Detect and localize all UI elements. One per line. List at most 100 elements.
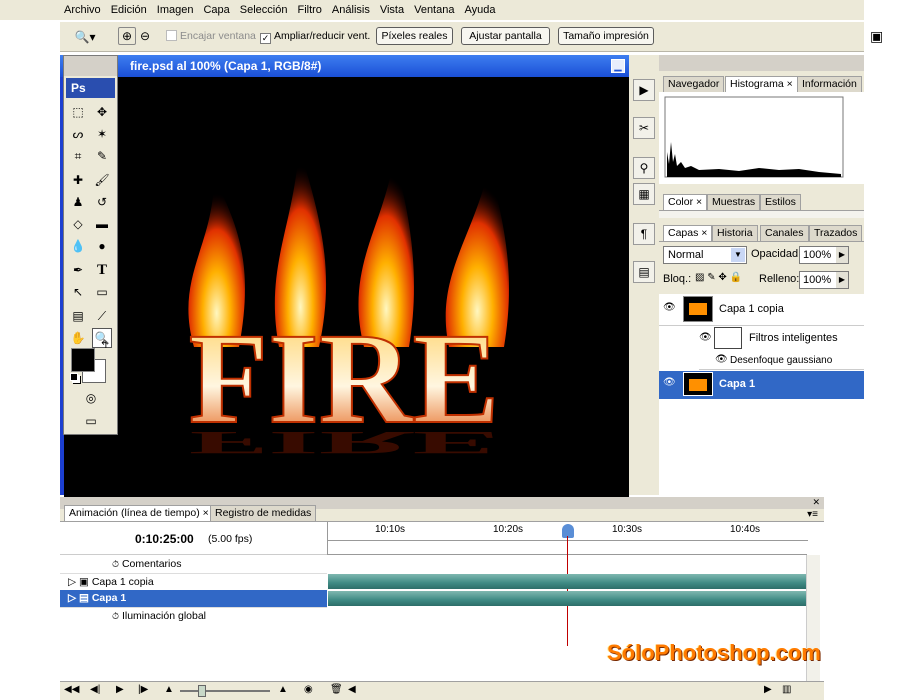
onion-skin-icon[interactable]: ◉ <box>304 684 313 695</box>
frame-view-icon[interactable]: ▥ <box>782 684 791 695</box>
quick-mask-icon[interactable]: ◎ <box>81 388 101 408</box>
menu-imagen[interactable]: Imagen <box>157 4 194 16</box>
default-colors-icon[interactable] <box>70 373 78 381</box>
panel-menu-icon[interactable]: ▾≡ <box>807 509 818 520</box>
clone-source-icon[interactable]: ▦ <box>633 183 655 205</box>
tab-animacion[interactable]: Animación (línea de tiempo) × <box>64 505 214 521</box>
play-icon[interactable]: ▶ <box>116 684 124 695</box>
stopwatch-icon[interactable]: ⏱ <box>112 559 119 569</box>
layer-duration-bar[interactable] <box>328 574 806 589</box>
tab-informacion[interactable]: Información <box>797 76 862 92</box>
blur-tool-icon[interactable]: 💧 <box>68 236 88 256</box>
tab-registro-medidas[interactable]: Registro de medidas <box>210 505 317 521</box>
trash-icon[interactable]: 🗑 <box>330 684 343 695</box>
timeline-row-layer-selected[interactable]: ▷ ▤ Capa 1 <box>60 590 327 607</box>
eyedropper-icon[interactable]: ⟋ <box>92 306 112 326</box>
zoom-in-icon[interactable]: ⊕ <box>118 27 136 45</box>
zoom-slider-thumb[interactable] <box>198 685 206 697</box>
scroll-left-icon[interactable]: ◀ <box>348 684 356 695</box>
layer-row[interactable]: 👁 Capa 1 copia <box>659 294 864 326</box>
expand-triangle-icon[interactable]: ▷ <box>68 576 76 588</box>
expand-triangle-icon[interactable]: ▷ <box>68 592 76 604</box>
tab-histograma[interactable]: Histograma × <box>725 76 798 92</box>
gradient-tool-icon[interactable]: ▬ <box>92 214 112 234</box>
menu-filtro[interactable]: Filtro <box>297 4 321 16</box>
eye-icon[interactable]: 👁 <box>663 377 676 388</box>
dodge-tool-icon[interactable]: ● <box>92 236 112 256</box>
menu-ayuda[interactable]: Ayuda <box>464 4 495 16</box>
menu-seleccion[interactable]: Selección <box>240 4 288 16</box>
timeline-row-global-light[interactable]: ⏱ Iluminación global <box>60 607 327 624</box>
chevron-right-icon[interactable]: ▶ <box>836 247 848 263</box>
tools-presets-icon[interactable]: ✂ <box>633 117 655 139</box>
scroll-right-icon[interactable]: ▶ <box>764 684 772 695</box>
tab-capas[interactable]: Capas × <box>663 225 713 241</box>
current-timecode[interactable]: 0:10:25:00 <box>135 532 194 546</box>
zoom-slider-track[interactable] <box>180 690 270 692</box>
minimize-icon[interactable]: ▁ <box>611 59 625 73</box>
tools-panel-header[interactable] <box>64 56 117 76</box>
opacity-input[interactable]: 100% ▶ <box>799 246 849 264</box>
tab-trazados[interactable]: Trazados <box>809 225 863 241</box>
tab-muestras[interactable]: Muestras <box>707 194 761 210</box>
lasso-tool-icon[interactable]: ᔕ <box>68 124 88 144</box>
workspace-icon[interactable]: ▣ <box>870 28 883 45</box>
tab-historia[interactable]: Historia <box>712 225 758 241</box>
encajar-ventana-checkbox[interactable]: Encajar ventana <box>166 30 256 42</box>
healing-brush-icon[interactable]: ✚ <box>68 170 88 190</box>
blend-mode-select[interactable]: Normal ▼ <box>663 246 747 264</box>
tab-navegador[interactable]: Navegador <box>663 76 725 92</box>
document-canvas[interactable]: FIRE FIRE <box>64 77 629 497</box>
menu-capa[interactable]: Capa <box>203 4 229 16</box>
tamano-impresion-button[interactable]: Tamaño impresión <box>558 27 654 45</box>
fill-input[interactable]: 100% ▶ <box>799 271 849 289</box>
layer-duration-bar[interactable] <box>328 591 806 606</box>
eraser-tool-icon[interactable]: ◇ <box>68 214 88 234</box>
filter-row[interactable]: 👁 Desenfoque gaussiano <box>699 352 864 370</box>
eye-icon[interactable]: 👁 <box>663 302 676 313</box>
timeline-row-comments[interactable]: ⏱ Comentarios <box>60 556 327 573</box>
clone-stamp-icon[interactable]: ♟ <box>68 192 88 212</box>
timeline-row-layer[interactable]: ▷ ▣ Capa 1 copia <box>60 573 327 590</box>
panel-dock-header[interactable] <box>659 55 864 71</box>
ampliar-reducir-checkbox[interactable]: ✓ Ampliar/reducir vent. <box>260 30 370 44</box>
playhead-handle[interactable] <box>562 524 574 538</box>
menu-vista[interactable]: Vista <box>380 4 404 16</box>
tab-canales[interactable]: Canales <box>760 225 809 241</box>
paragraph-panel-icon[interactable]: ¶ <box>633 223 655 245</box>
menu-edicion[interactable]: Edición <box>111 4 147 16</box>
ajustar-pantalla-button[interactable]: Ajustar pantalla <box>461 27 550 45</box>
tab-color[interactable]: Color × <box>663 194 708 210</box>
menu-ventana[interactable]: Ventana <box>414 4 454 16</box>
menu-analisis[interactable]: Análisis <box>332 4 370 16</box>
chevron-right-icon[interactable]: ▶ <box>836 272 848 288</box>
actions-panel-icon[interactable]: ▶ <box>633 79 655 101</box>
slice-tool-icon[interactable]: ✎ <box>92 146 112 166</box>
lock-icons[interactable]: ▨ ✎ ✥ 🔒 <box>695 272 742 283</box>
zoom-out-icon[interactable]: ⊖ <box>136 27 154 45</box>
hand-tool-icon[interactable]: ✋ <box>68 328 88 348</box>
history-brush-icon[interactable]: ↺ <box>92 192 112 212</box>
brush-tool-icon[interactable]: 🖌 <box>92 170 112 190</box>
first-frame-icon[interactable]: ◀◀ <box>64 684 79 695</box>
tab-estilos[interactable]: Estilos <box>760 194 801 210</box>
close-icon[interactable]: ✕ <box>812 497 820 508</box>
foreground-color-swatch[interactable] <box>71 348 95 372</box>
marquee-tool-icon[interactable]: ⬚ <box>68 102 88 122</box>
zoom-tool-preset-icon[interactable]: 🔍▾ <box>70 27 100 47</box>
notes-panel-icon[interactable]: ▤ <box>633 261 655 283</box>
document-title-bar[interactable]: fire.psd al 100% (Capa 1, RGB/8#) ▁ <box>60 55 629 77</box>
path-selection-icon[interactable]: ↖ <box>68 282 88 302</box>
pixeles-reales-button[interactable]: Píxeles reales <box>376 27 453 45</box>
move-tool-icon[interactable]: ✥ <box>92 102 112 122</box>
layer-row-selected[interactable]: 👁 Capa 1 <box>659 371 864 399</box>
prev-frame-icon[interactable]: ◀| <box>90 684 100 695</box>
next-frame-icon[interactable]: |▶ <box>138 684 148 695</box>
stopwatch-icon[interactable]: ⏱ <box>112 611 119 621</box>
zoom-in-large-icon[interactable]: ▲ <box>278 684 288 695</box>
pen-tool-icon[interactable]: ✒ <box>68 260 88 280</box>
smart-filters-row[interactable]: 👁 Filtros inteligentes <box>679 326 864 352</box>
magic-wand-icon[interactable]: ✶ <box>92 124 112 144</box>
screen-mode-icon[interactable]: ▭ <box>81 411 101 431</box>
eye-icon[interactable]: 👁 <box>699 332 712 343</box>
